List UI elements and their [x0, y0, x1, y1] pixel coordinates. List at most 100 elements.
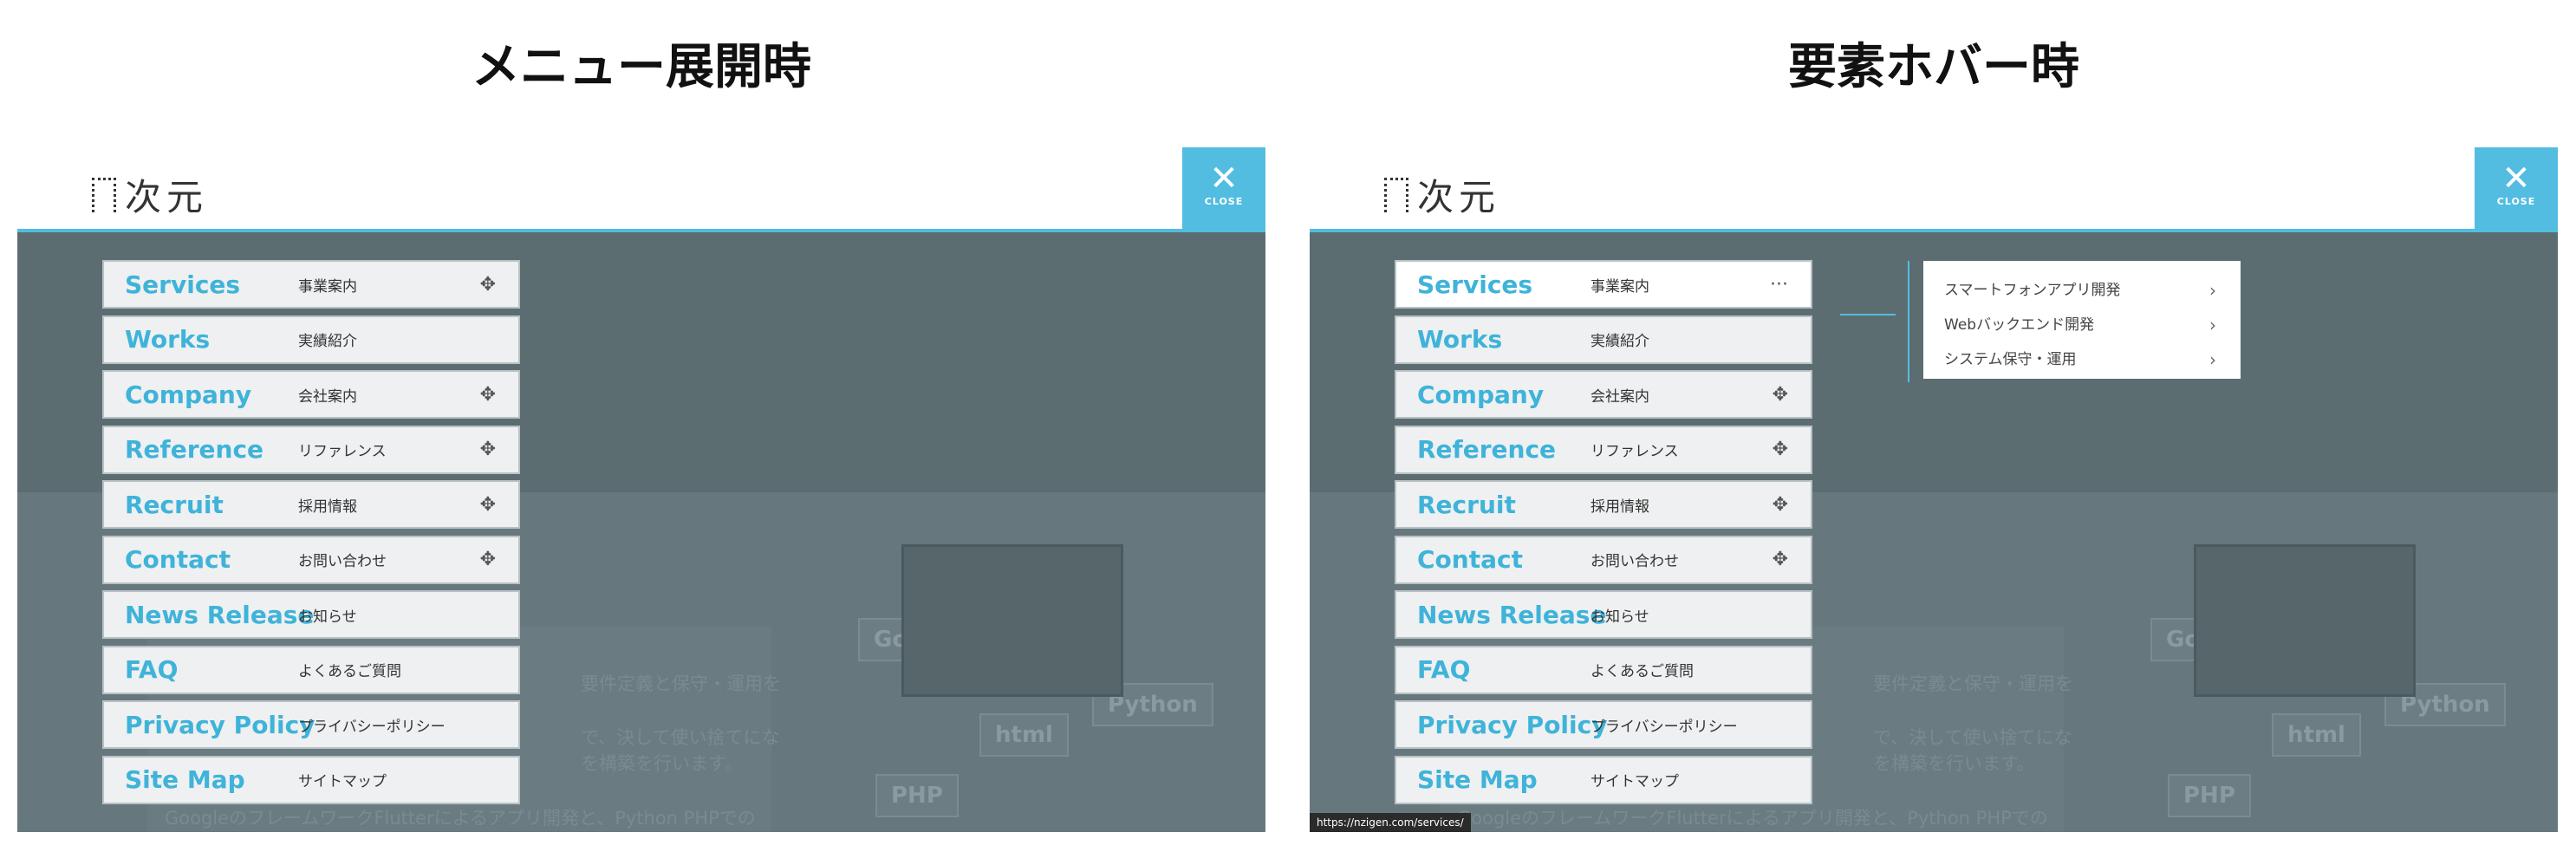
move-icon: ✥: [1772, 549, 1788, 570]
menu-item-ja-label: サイトマップ: [1590, 773, 1679, 790]
menu-item-ja-label: 会社案内: [298, 387, 357, 406]
move-icon: ✥: [479, 549, 496, 570]
site-header: 次元 ✕ CLOSE: [17, 147, 1265, 232]
background-card: html: [2272, 713, 2361, 757]
menu-item-ja-label: 実績紹介: [298, 333, 357, 350]
background-card: PHP: [875, 774, 959, 817]
background-card: html: [979, 713, 1069, 757]
menu-item-en-label: Recruit: [1417, 490, 1516, 519]
menu-item-contact[interactable]: Contact お問い合わせ ✥: [1395, 535, 1812, 584]
background-card: PHP: [2168, 774, 2251, 817]
menu-item-en-label: FAQ: [125, 655, 179, 684]
site-logo[interactable]: 次元: [92, 168, 208, 221]
background-laptop: [2194, 544, 2416, 697]
menu-item-ja-label: プライバシーポリシー: [1590, 718, 1738, 736]
move-icon: ✥: [479, 383, 496, 406]
submenu-connector: [1840, 314, 1896, 315]
menu-item-en-label: Recruit: [125, 490, 224, 519]
menu-item-privacy-policy[interactable]: Privacy Policy プライバシーポリシー: [1395, 700, 1812, 749]
submenu-item[interactable]: スマートフォンアプリ開発 ›: [1923, 273, 2241, 308]
menu-item-recruit[interactable]: Recruit 採用情報 ✥: [102, 480, 520, 529]
menu-item-ja-label: リファレンス: [1590, 443, 1679, 460]
submenu-item[interactable]: Webバックエンド開発 ›: [1923, 308, 2241, 342]
menu-item-reference[interactable]: Reference リファレンス ✥: [1395, 425, 1812, 474]
menu-item-ja-label: お問い合わせ: [298, 553, 387, 570]
menu-item-en-label: Privacy Policy: [1417, 710, 1608, 739]
menu-item-reference[interactable]: Reference リファレンス ✥: [102, 425, 520, 474]
menu-item-company[interactable]: Company 会社案内 ✥: [102, 370, 520, 419]
menu-item-news-release[interactable]: News Release お知らせ: [1395, 590, 1812, 639]
background-text-3: を構築を行います。: [1873, 753, 2035, 774]
menu-item-en-label: News Release: [1417, 600, 1607, 629]
menu-item-en-label: Services: [1417, 270, 1533, 299]
services-submenu: スマートフォンアプリ開発 › Webバックエンド開発 › システム保守・運用 ›: [1923, 261, 2241, 379]
menu-item-en-label: Works: [1417, 325, 1503, 354]
menu-item-ja-label: 採用情報: [298, 498, 357, 516]
menu-open-screen: 次元 ✕ CLOSE 要件定義と保守・運用を で、決して使い捨てにな を構築を行…: [17, 147, 1265, 832]
site-header: 次元 ✕ CLOSE: [1310, 147, 2558, 232]
chevron-right-icon: ›: [2209, 349, 2216, 370]
menu-item-contact[interactable]: Contact お問い合わせ ✥: [102, 535, 520, 584]
menu-item-en-label: Reference: [1417, 435, 1557, 464]
menu-item-site-map[interactable]: Site Map サイトマップ: [1395, 755, 1812, 804]
menu-item-en-label: Works: [125, 325, 211, 354]
submenu-item-label: Webバックエンド開発: [1944, 316, 2095, 334]
submenu-item-label: システム保守・運用: [1944, 351, 2077, 368]
hover-screen: 次元 ✕ CLOSE 要件定義と保守・運用を で、決して使い捨てにな を構築を行…: [1310, 147, 2558, 832]
menu-item-works[interactable]: Works 実績紹介: [1395, 315, 1812, 364]
menu-item-ja-label: リファレンス: [298, 443, 387, 460]
menu-item-faq[interactable]: FAQ よくあるご質問: [102, 645, 520, 694]
close-menu-button[interactable]: ✕ CLOSE: [2475, 147, 2558, 232]
menu-item-en-label: Contact: [1417, 545, 1523, 574]
menu-item-en-label: FAQ: [1417, 655, 1471, 684]
menu-item-en-label: Privacy Policy: [125, 710, 315, 739]
background-text-1: 要件定義と保守・運用を: [581, 673, 781, 694]
menu-item-en-label: News Release: [125, 600, 315, 629]
move-icon: ✥: [1772, 439, 1788, 460]
menu-item-faq[interactable]: FAQ よくあるご質問: [1395, 645, 1812, 694]
menu-item-site-map[interactable]: Site Map サイトマップ: [102, 755, 520, 804]
move-icon: ✥: [479, 493, 496, 516]
menu-item-ja-label: お知らせ: [1590, 608, 1649, 626]
menu-item-recruit[interactable]: Recruit 採用情報 ✥: [1395, 480, 1812, 529]
menu-item-ja-label: 実績紹介: [1590, 333, 1649, 350]
background-laptop: [901, 544, 1123, 697]
menu-item-ja-label: プライバシーポリシー: [298, 718, 446, 736]
menu-item-ja-label: 事業案内: [298, 277, 357, 296]
menu-item-en-label: Reference: [125, 435, 264, 464]
status-bar-url: https://nzigen.com/services/: [1310, 813, 1471, 832]
menu-item-en-label: Site Map: [1417, 765, 1538, 794]
menu-item-en-label: Services: [125, 270, 241, 299]
move-icon: ✥: [479, 273, 496, 296]
global-menu: Services 事業案内 ✥ Works 実績紹介 Company 会社案内 ✥ Refere…: [102, 260, 520, 810]
move-icon: ✥: [1772, 493, 1788, 516]
close-menu-button[interactable]: ✕ CLOSE: [1182, 147, 1265, 232]
menu-item-en-label: Site Map: [125, 765, 245, 794]
background-text-3: を構築を行います。: [581, 753, 743, 774]
left-panel-title: メニュー展開時: [472, 39, 811, 95]
global-menu: Services 事業案内 ··· Works 実績紹介 Company 会社案内 ✥ Refe…: [1395, 260, 1812, 810]
menu-item-services[interactable]: Services 事業案内 ···: [1395, 260, 1812, 309]
menu-item-en-label: Company: [1417, 380, 1545, 409]
menu-item-privacy-policy[interactable]: Privacy Policy プライバシーポリシー: [102, 700, 520, 749]
chevron-right-icon: ›: [2209, 315, 2216, 335]
menu-item-ja-label: 事業案内: [1590, 277, 1649, 296]
logo-text: 次元: [1417, 176, 1501, 218]
menu-item-ja-label: お問い合わせ: [1590, 553, 1679, 570]
menu-item-company[interactable]: Company 会社案内 ✥: [1395, 370, 1812, 419]
menu-item-news-release[interactable]: News Release お知らせ: [102, 590, 520, 639]
logo-mark-icon: [1384, 177, 1408, 212]
menu-item-ja-label: よくあるご質問: [1590, 663, 1694, 680]
close-label: CLOSE: [1204, 196, 1244, 207]
menu-item-ja-label: 会社案内: [1590, 387, 1649, 406]
menu-item-en-label: Contact: [125, 545, 231, 574]
site-logo[interactable]: 次元: [1384, 168, 1500, 221]
submenu-item-label: スマートフォンアプリ開発: [1944, 282, 2121, 299]
background-text-1: 要件定義と保守・運用を: [1873, 673, 2073, 694]
menu-item-works[interactable]: Works 実績紹介: [102, 315, 520, 364]
submenu-item[interactable]: システム保守・運用 ›: [1923, 342, 2241, 377]
menu-item-en-label: Company: [125, 380, 252, 409]
move-icon: ✥: [1772, 383, 1788, 406]
menu-item-services[interactable]: Services 事業案内 ✥: [102, 260, 520, 309]
menu-item-ja-label: サイトマップ: [298, 773, 387, 790]
